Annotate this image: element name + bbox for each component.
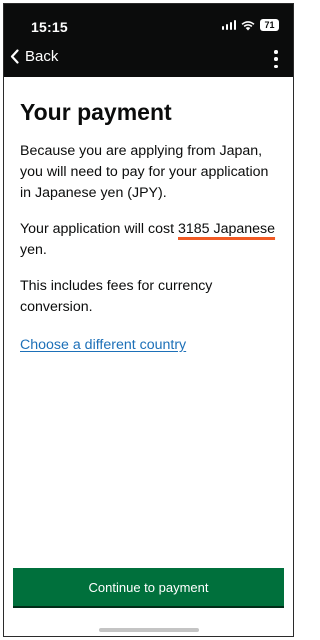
status-icons: 71 — [221, 19, 279, 31]
chevron-left-icon — [10, 49, 19, 64]
phone-screen: 15:15 71 Back Your payment Because you a… — [3, 3, 294, 637]
cost-amount: 3185 Japanese — [178, 220, 276, 237]
intro-text: Because you are applying from Japan, you… — [20, 142, 269, 201]
back-label: Back — [25, 48, 59, 65]
more-options-button[interactable] — [271, 50, 281, 68]
cost-prefix: Your application will cost — [20, 220, 178, 237]
continue-to-payment-button[interactable]: Continue to payment — [13, 568, 284, 606]
signal-icon — [221, 20, 236, 30]
choose-different-country-link[interactable]: Choose a different country — [20, 335, 186, 356]
app-header: 15:15 71 Back — [4, 4, 293, 77]
cost-suffix: yen. — [20, 241, 47, 258]
cost-text: Your application will cost 3185 Japanese… — [20, 219, 279, 261]
wifi-icon — [241, 20, 255, 30]
more-vertical-icon — [274, 50, 278, 54]
battery-icon: 71 — [260, 19, 279, 31]
page-title: Your payment — [20, 99, 172, 125]
back-button[interactable]: Back — [10, 48, 58, 65]
fees-note: This includes fees for currency conversi… — [20, 277, 213, 315]
main-content: Your payment Because you are applying fr… — [20, 99, 279, 356]
home-indicator — [98, 628, 199, 632]
status-time: 15:15 — [31, 19, 68, 35]
